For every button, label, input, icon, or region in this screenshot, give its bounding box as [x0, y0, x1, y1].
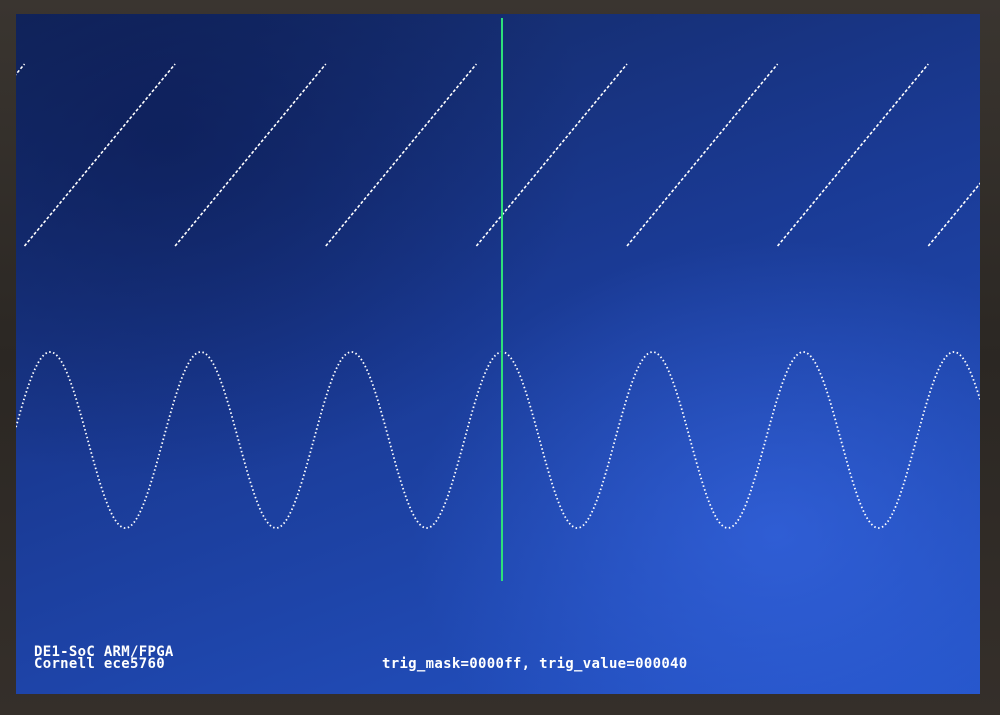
sawtooth-ramp-segment	[325, 63, 478, 247]
monitor-bezel: DE1-SoC ARM/FPGA Cornell ece5760 trig_ma…	[0, 0, 1000, 715]
sawtooth-ramp-segment	[23, 63, 176, 247]
sawtooth-ramp-segment	[174, 63, 327, 247]
scope-traces	[16, 18, 980, 581]
sine-trace	[16, 351, 980, 529]
sawtooth-ramp-segment	[475, 63, 628, 247]
sawtooth-ramp-segment	[626, 63, 779, 247]
course-label: Cornell ece5760	[34, 656, 165, 672]
vga-display: DE1-SoC ARM/FPGA Cornell ece5760 trig_ma…	[16, 14, 980, 694]
sine-wave-path	[16, 351, 980, 529]
sawtooth-ramp-segment	[776, 63, 929, 247]
sawtooth-ramp-segment	[927, 182, 980, 247]
sawtooth-ramp-segment	[16, 63, 26, 76]
sawtooth-trace	[16, 63, 980, 247]
trigger-status-text: trig_mask=0000ff, trig_value=000040	[382, 656, 688, 672]
